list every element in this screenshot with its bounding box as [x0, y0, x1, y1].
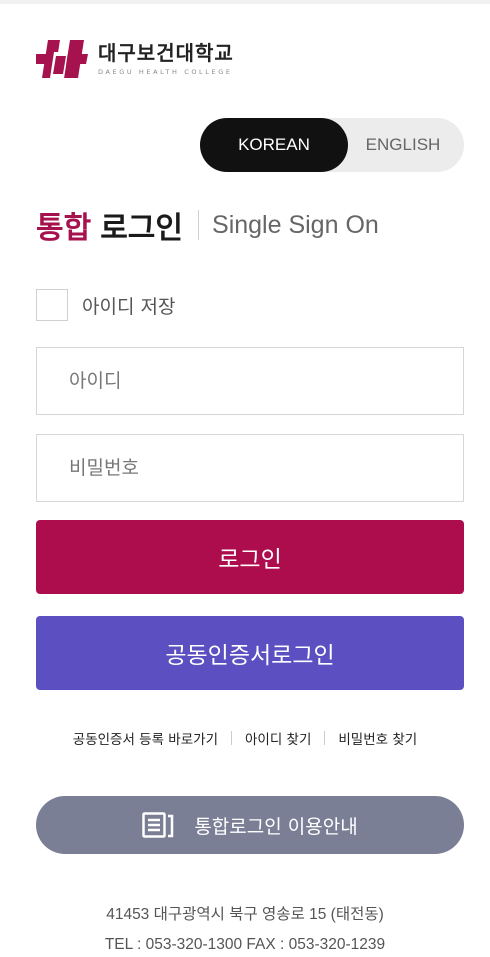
college-logo[interactable]: 대구보건대학교 DAEGU HEALTH COLLEGE	[36, 40, 234, 78]
footer: 41453 대구광역시 북구 영송로 15 (태전동) TEL : 053-32…	[0, 900, 490, 957]
page-title: 통합 로그인 Single Sign On	[36, 202, 379, 248]
footer-address: 41453 대구광역시 북구 영송로 15 (태전동)	[106, 906, 384, 923]
title-divider	[198, 210, 200, 240]
password-field[interactable]	[36, 434, 464, 502]
help-links: 공동인증서 등록 바로가기 아이디 찾기 비밀번호 찾기	[0, 728, 490, 748]
footer-contact: TEL : 053-320-1300 FAX : 053-320-1239	[104, 936, 386, 953]
link-divider	[230, 731, 232, 745]
document-list-icon	[142, 812, 174, 838]
title-main: 로그인	[100, 211, 184, 246]
title-accent: 통합	[36, 211, 92, 246]
remember-id-option[interactable]: 아이디 저장	[36, 289, 175, 321]
college-logo-icon	[36, 40, 88, 78]
link-divider	[324, 731, 326, 745]
find-password-link[interactable]: 비밀번호 찾기	[338, 728, 417, 748]
logo-english-name: DAEGU HEALTH COLLEGE	[98, 68, 233, 76]
id-field[interactable]	[36, 347, 464, 415]
login-button[interactable]: 로그인	[36, 520, 464, 594]
title-subtitle: Single Sign On	[212, 210, 379, 239]
id-input[interactable]	[69, 370, 463, 392]
certificate-register-link[interactable]: 공동인증서 등록 바로가기	[73, 728, 218, 748]
remember-id-label: 아이디 저장	[82, 295, 176, 318]
logo-korean-name: 대구보건대학교	[98, 41, 234, 65]
login-guide-button[interactable]: 통합로그인 이용안내	[36, 796, 464, 854]
find-id-link[interactable]: 아이디 찾기	[245, 728, 311, 748]
language-toggle: ENGLISH KOREAN	[200, 118, 464, 172]
language-korean-button[interactable]: KOREAN	[200, 118, 348, 172]
language-english-button[interactable]: ENGLISH	[342, 118, 464, 172]
password-input[interactable]	[69, 457, 463, 479]
certificate-login-button[interactable]: 공동인증서로그인	[36, 616, 464, 690]
login-guide-label: 통합로그인 이용안내	[194, 815, 358, 838]
remember-id-checkbox[interactable]	[36, 289, 68, 321]
top-divider	[0, 0, 490, 4]
